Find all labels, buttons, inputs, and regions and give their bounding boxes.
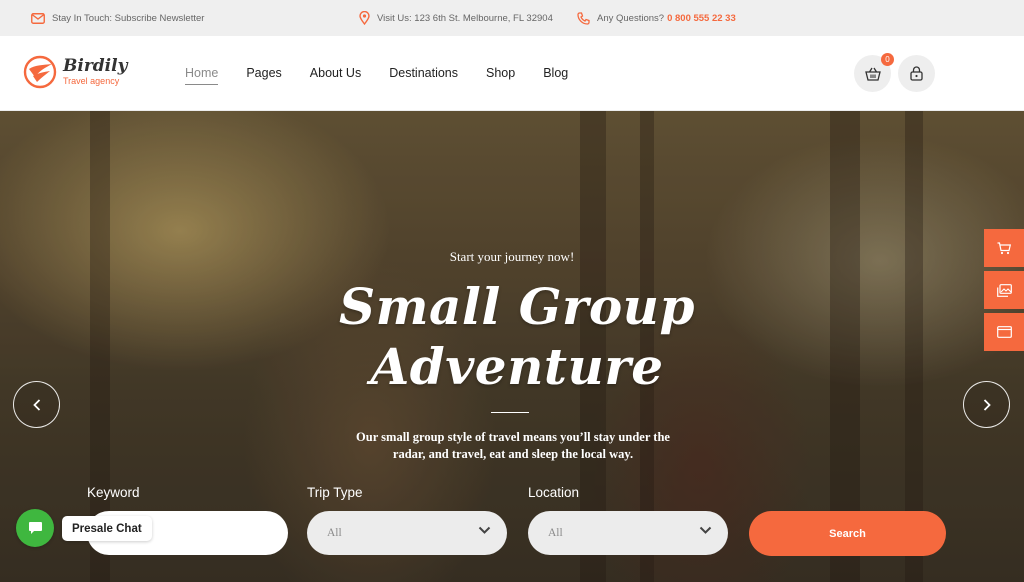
presale-chat-label[interactable]: Presale Chat — [62, 516, 152, 541]
search-button[interactable]: Search — [749, 511, 946, 556]
location-value: All — [548, 527, 563, 539]
questions-info: Any Questions? 0 800 555 22 33 — [577, 0, 736, 36]
phone-icon — [577, 11, 590, 25]
cart-button[interactable]: 0 — [854, 53, 894, 92]
hero-title-line2: Adventure — [370, 337, 664, 396]
hero-title-line1: Small Group — [338, 277, 695, 336]
nav-item-blog[interactable]: Blog — [543, 66, 568, 80]
newsletter-link[interactable]: Stay In Touch: Subscribe Newsletter — [31, 0, 204, 36]
trip-type-label: Trip Type — [307, 485, 363, 500]
brand-name: Birdily — [63, 56, 128, 76]
brand-tagline: Travel agency — [63, 76, 120, 86]
chevron-down-icon — [699, 526, 712, 534]
trip-type-value: All — [327, 527, 342, 539]
questions-label: Any Questions? — [597, 12, 665, 24]
nav-item-home[interactable]: Home — [185, 66, 219, 85]
site-header: Birdily Travel agency Home Pages About U… — [0, 36, 1024, 111]
location-label: Location — [528, 485, 580, 500]
basket-icon — [864, 67, 881, 81]
hero-slider: Start your journey now! Small Group Adve… — [0, 111, 1024, 582]
cart-icon — [997, 241, 1011, 254]
chevron-down-icon — [478, 526, 491, 534]
hero-divider — [491, 412, 529, 413]
chevron-right-icon — [983, 398, 991, 411]
phone-number[interactable]: 0 800 555 22 33 — [667, 13, 736, 24]
side-tab-window[interactable] — [984, 313, 1024, 351]
hero-description: Our small group style of travel means yo… — [0, 429, 1024, 463]
browser-window-icon — [996, 326, 1012, 338]
side-tab-cart[interactable] — [984, 229, 1024, 267]
presale-chat-button[interactable] — [16, 509, 54, 547]
images-icon — [996, 283, 1012, 297]
side-tab-gallery[interactable] — [984, 271, 1024, 309]
trip-type-select[interactable]: All — [307, 511, 507, 555]
keyword-label: Keyword — [87, 485, 140, 500]
address-info: Visit Us: 123 6th St. Melbourne, FL 3290… — [359, 0, 553, 36]
main-nav: Home Pages About Us Destinations Shop Bl… — [185, 36, 596, 110]
hero-description-line1: Our small group style of travel means yo… — [356, 430, 670, 444]
account-button[interactable] — [898, 55, 935, 92]
newsletter-text: Stay In Touch: Subscribe Newsletter — [52, 12, 205, 24]
bird-logo-icon — [23, 55, 57, 89]
nav-item-about-us[interactable]: About Us — [310, 66, 361, 80]
nav-item-destinations[interactable]: Destinations — [389, 66, 458, 80]
top-info-bar: Stay In Touch: Subscribe Newsletter Visi… — [0, 0, 1024, 36]
brand-logo[interactable]: Birdily Travel agency — [23, 55, 127, 89]
mail-icon — [31, 12, 45, 24]
cart-count-badge: 0 — [881, 53, 894, 66]
location-select[interactable]: All — [528, 511, 728, 555]
lock-icon — [910, 66, 923, 81]
slider-prev-button[interactable] — [13, 381, 60, 428]
nav-item-shop[interactable]: Shop — [486, 66, 515, 80]
hero-subtitle: Start your journey now! — [449, 249, 575, 264]
map-pin-icon — [359, 11, 370, 25]
chevron-left-icon — [32, 398, 40, 411]
chat-bubble-icon — [28, 522, 42, 534]
hero-description-line2: radar, and travel, eat and sleep the loc… — [392, 447, 634, 461]
slider-next-button[interactable] — [963, 381, 1010, 428]
address-text: Visit Us: 123 6th St. Melbourne, FL 3290… — [377, 12, 553, 24]
nav-item-pages[interactable]: Pages — [246, 66, 281, 80]
